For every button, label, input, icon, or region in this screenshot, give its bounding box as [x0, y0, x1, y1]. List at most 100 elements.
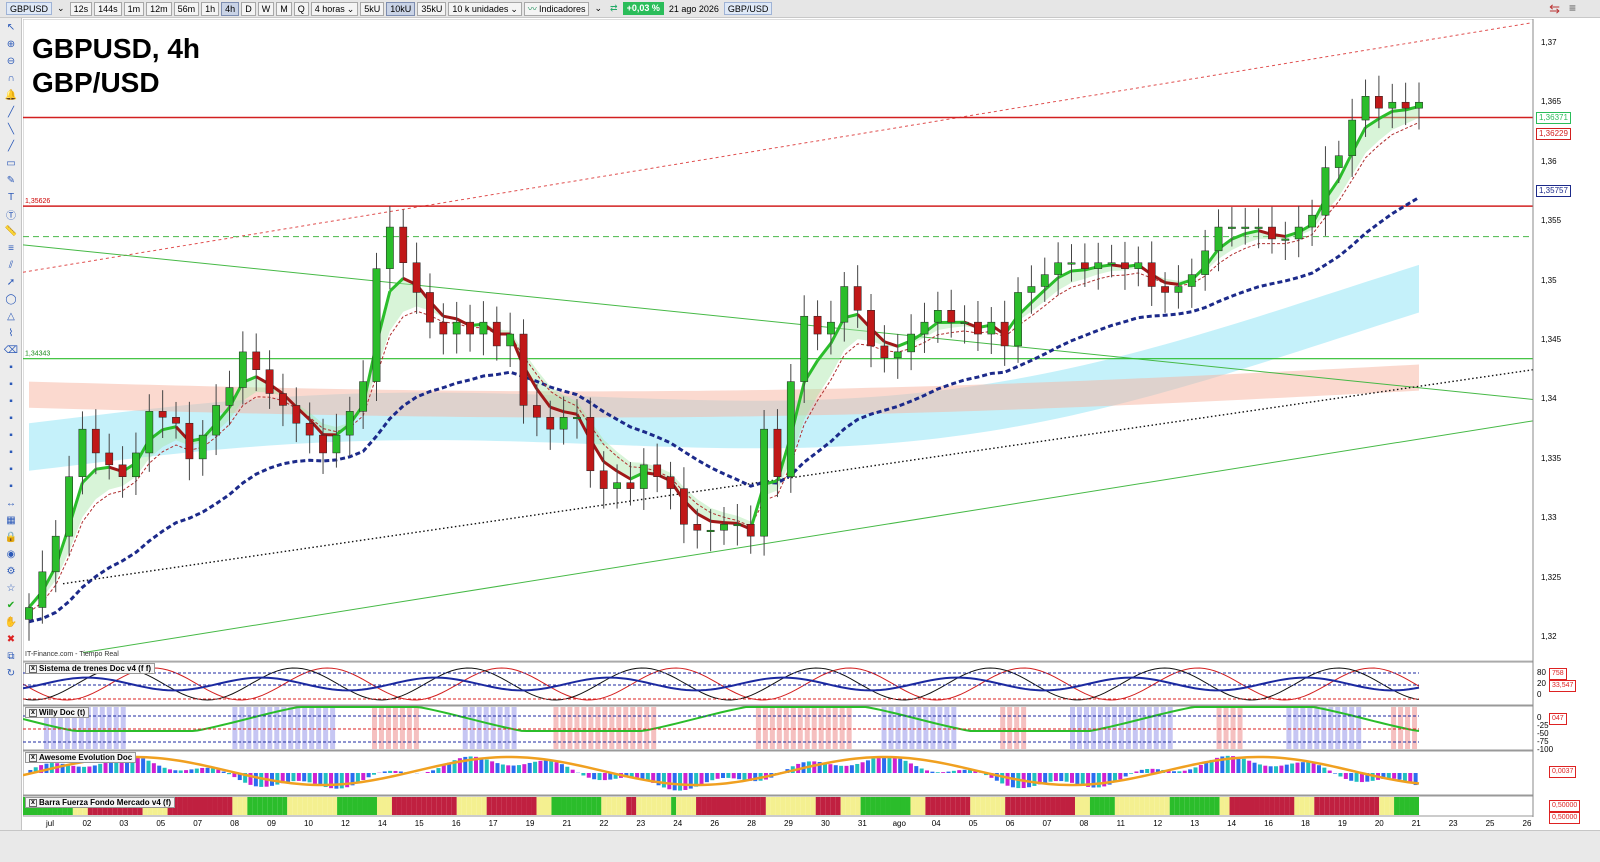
shape-g-icon[interactable]: ▪: [2, 461, 20, 477]
period-select[interactable]: 4 horas ⌄: [310, 1, 359, 16]
interval-button-M[interactable]: M: [276, 1, 292, 16]
zoom-out-icon[interactable]: ⊖: [2, 53, 20, 69]
interval-button-144s[interactable]: 144s: [94, 1, 122, 16]
candle-body: [746, 524, 755, 537]
shape-d-icon[interactable]: ▪: [2, 410, 20, 426]
barra-bar: [406, 797, 412, 815]
text-icon[interactable]: T: [2, 189, 20, 205]
measure-icon[interactable]: ↔: [2, 495, 20, 511]
size-button-5kU[interactable]: 5kU: [360, 1, 385, 16]
close-icon[interactable]: x: [29, 798, 37, 807]
shape-f-icon[interactable]: ▪: [2, 444, 20, 460]
rectangle-icon[interactable]: ▭: [2, 155, 20, 171]
cursor-icon[interactable]: ↖: [2, 19, 20, 35]
time-axis[interactable]: jul 02 03 05 07 08 09 10 12 14 15 16 17 19 21 22 23 24 26 2…: [23, 817, 1533, 829]
interval-button-1h[interactable]: 1h: [201, 1, 220, 16]
line-down-icon[interactable]: ╲: [2, 121, 20, 137]
barra-bar: [1199, 797, 1205, 815]
grid-icon[interactable]: ▦: [2, 512, 20, 528]
star-icon[interactable]: ☆: [2, 580, 20, 596]
units-select[interactable]: 10 k unidades ⌄: [448, 1, 522, 16]
hand-icon[interactable]: ✋: [2, 614, 20, 630]
zoom-in-icon[interactable]: ⊕: [2, 36, 20, 52]
pencil-icon[interactable]: ✎: [2, 172, 20, 188]
indicator-title-awesome[interactable]: x Awesome Evolution Doc: [25, 752, 137, 763]
barra-bar: [421, 797, 427, 815]
interval-button-Q[interactable]: Q: [293, 1, 309, 16]
symbol-dropdown-chevron-icon[interactable]: ⌄: [54, 3, 68, 14]
bottom-scrollbar[interactable]: [0, 830, 1600, 862]
interval-button-D[interactable]: D: [241, 1, 256, 16]
bell-icon[interactable]: 🔔: [2, 87, 20, 103]
trendline-icon[interactable]: ╱: [2, 104, 20, 120]
barra-bar: [760, 797, 766, 815]
copy-icon[interactable]: ⧉: [2, 648, 20, 664]
awesome-bar: [173, 770, 178, 773]
ellipse-icon[interactable]: ◯: [2, 291, 20, 307]
awesome-bar: [210, 768, 215, 773]
settings-icon[interactable]: ⚙: [2, 563, 20, 579]
symbol-selector[interactable]: GBPUSD: [6, 2, 53, 15]
barra-bar: [1384, 797, 1390, 815]
indicator-title-barra[interactable]: x Barra Fuerza Fondo Mercado v4 (f): [25, 797, 176, 808]
candle-body: [987, 321, 996, 335]
x-tick-label: 29: [784, 819, 793, 828]
eraser-icon[interactable]: ⌫: [2, 342, 20, 358]
triangle-icon[interactable]: △: [2, 308, 20, 324]
x-tick-label: 14: [377, 819, 387, 828]
more-chevron-icon[interactable]: ⌄: [591, 3, 605, 14]
close-icon[interactable]: x: [29, 753, 37, 762]
line-up-icon[interactable]: ╱: [2, 138, 20, 154]
fibonacci-icon[interactable]: ≡: [2, 240, 20, 256]
shape-a-icon[interactable]: ▪: [2, 359, 20, 375]
size-button-35kU[interactable]: 35kU: [417, 1, 447, 16]
lock-icon[interactable]: 🔒: [2, 529, 20, 545]
candle-body: [158, 411, 167, 418]
shape-c-icon[interactable]: ▪: [2, 393, 20, 409]
interval-button-W[interactable]: W: [257, 1, 275, 16]
chart-canvas[interactable]: 1,35626 1,34343: [23, 19, 1600, 817]
eye-icon[interactable]: ◉: [2, 546, 20, 562]
barra-bar: [830, 797, 836, 815]
shape-h-icon[interactable]: ▪: [2, 478, 20, 494]
interval-button-56m[interactable]: 56m: [173, 1, 200, 16]
indicator-title-willy[interactable]: x Willy Doc (t): [25, 707, 90, 718]
shape-b-icon[interactable]: ▪: [2, 376, 20, 392]
barra-bar: [985, 797, 991, 815]
ruler-icon[interactable]: 📏: [2, 223, 20, 239]
indicator-y-tick: 0: [1537, 690, 1542, 699]
barra-bar: [616, 797, 622, 815]
interval-button-1m[interactable]: 1m: [123, 1, 145, 16]
barra-bar: [192, 797, 198, 815]
barra-bar: [1040, 797, 1046, 815]
window-menu-icon[interactable]: ≡: [1569, 1, 1576, 15]
indicator-title-trenes[interactable]: x Sistema de trenes Doc v4 (f f): [25, 663, 156, 674]
shape-e-icon[interactable]: ▪: [2, 427, 20, 443]
barra-bar: [825, 797, 831, 815]
awesome-bar: [500, 764, 505, 773]
refresh-icon[interactable]: ↻: [2, 665, 20, 681]
close-icon[interactable]: x: [29, 708, 37, 717]
delete-icon[interactable]: ✖: [2, 631, 20, 647]
indicator-tag: 33,547: [1549, 680, 1577, 692]
close-icon[interactable]: x: [29, 664, 37, 673]
arrow-icon[interactable]: ➚: [2, 274, 20, 290]
sync-icon[interactable]: ⇄: [607, 3, 621, 14]
text-box-icon[interactable]: Ⓣ: [2, 206, 20, 222]
brush-icon[interactable]: ⌇: [2, 325, 20, 341]
channel-icon[interactable]: ⫽: [2, 257, 20, 273]
interval-button-12m[interactable]: 12m: [146, 1, 172, 16]
awesome-bar: [1333, 773, 1338, 774]
indicators-button[interactable]: 〰 Indicadores: [523, 1, 590, 16]
awesome-bar: [511, 765, 516, 773]
awesome-bar: [205, 767, 210, 773]
interval-button-12s[interactable]: 12s: [69, 1, 93, 16]
interval-button-4h[interactable]: 4h: [221, 1, 240, 16]
awesome-bar: [1268, 766, 1273, 773]
navigator-icon[interactable]: ⇆: [1549, 1, 1560, 17]
magnet-icon[interactable]: ∩: [2, 70, 20, 86]
awesome-bar: [1306, 762, 1311, 773]
x-tick-label: 08: [1079, 819, 1089, 828]
size-button-10kU[interactable]: 10kU: [386, 1, 416, 16]
check-icon[interactable]: ✔: [2, 597, 20, 613]
